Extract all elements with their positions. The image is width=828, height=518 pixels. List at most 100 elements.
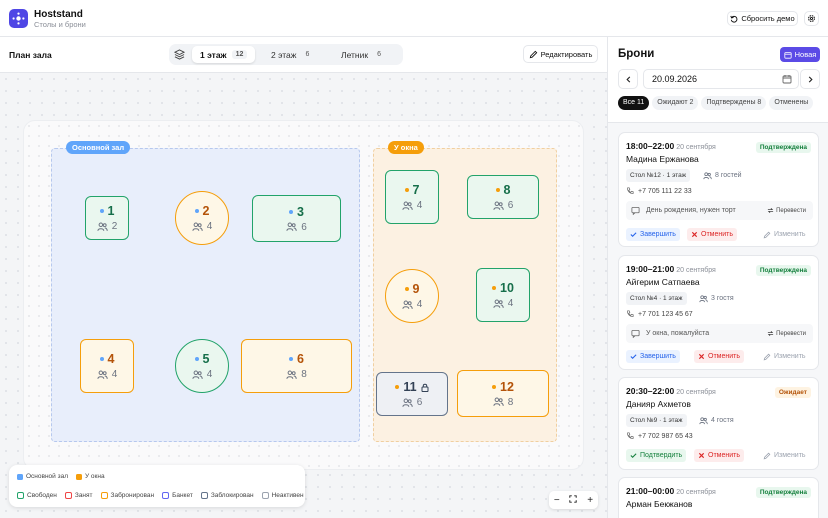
bookings-panel: Брони Новая 20.09.2026 Все 11 Ожидают 2 По… [607, 37, 828, 518]
table-number: 1 [99, 204, 114, 218]
table-number-value: 6 [297, 352, 304, 366]
filter-pending[interactable]: Ожидают 2 [652, 96, 699, 110]
floor-tab-2[interactable]: 2 этаж 6 [263, 46, 321, 63]
move-booking-label: Перевести [776, 330, 806, 337]
booking-guests: 3 гостя [699, 292, 734, 305]
change-booking-button[interactable]: Изменить [759, 350, 810, 363]
filter-cancelled[interactable]: Отменены [769, 96, 814, 110]
booking-card[interactable]: 19:00–21:00 20 сентября Айгерим Сатпаева … [618, 255, 819, 370]
legend-swatch [64, 492, 72, 499]
filter-all[interactable]: Все 11 [618, 96, 650, 110]
booking-phone: +7 701 123 45 67 [626, 310, 693, 318]
table-seats: 6 [493, 200, 513, 211]
check-icon [630, 354, 637, 360]
date-input[interactable]: 20.09.2026 [643, 69, 799, 89]
prev-date-button[interactable] [618, 69, 638, 89]
phone-icon [627, 432, 634, 439]
table-8[interactable]: 86 [467, 175, 539, 219]
move-booking-button[interactable]: Перевести [767, 207, 806, 214]
zoom-in-button[interactable]: + [587, 495, 593, 506]
booking-phone: +7 702 987 65 43 [626, 432, 693, 440]
floor-tab-label: Летник [341, 49, 369, 60]
table-4[interactable]: 44 [80, 339, 134, 393]
users-icon [97, 222, 108, 231]
booking-note: У окна, пожалуйста Перевести [626, 324, 813, 343]
zone-main-label: Основной зал [66, 141, 131, 154]
floor-tabs: 1 этаж 12 2 этаж 6 Летник 6 [169, 44, 403, 65]
table-seats: 4 [192, 221, 212, 232]
table-10[interactable]: 10 4 [476, 268, 530, 322]
next-date-button[interactable] [800, 69, 820, 89]
users-icon [192, 222, 203, 231]
table-5[interactable]: 54 [175, 339, 229, 393]
users-icon [493, 299, 504, 308]
table-7[interactable]: 74 [385, 170, 439, 224]
x-icon [691, 231, 698, 238]
floor-tab-1[interactable]: 1 этаж 12 [192, 46, 256, 63]
table-seats: 4 [493, 298, 513, 309]
app-subtitle: Столы и брони [34, 20, 86, 29]
legend-label: У окна [85, 473, 105, 480]
zoom-out-button[interactable]: − [554, 495, 560, 506]
floor-tab-count: 6 [377, 51, 381, 58]
bookings-list: 18:00–22:00 20 сентября Мадина Ержанова П… [608, 123, 828, 518]
zone-window-label: У окна [388, 141, 424, 154]
booking-card[interactable]: 18:00–22:00 20 сентября Мадина Ержанова П… [618, 132, 819, 247]
table-2[interactable]: 24 [175, 191, 229, 245]
table-1[interactable]: 12 [85, 196, 129, 240]
booking-note: День рождения, нужен торт Перевести [626, 201, 813, 220]
move-booking-button[interactable]: Перевести [767, 330, 806, 337]
app-logo-icon [9, 9, 28, 28]
table-number-value: 7 [412, 183, 420, 197]
booking-time-range: 19:00–21:00 [626, 264, 675, 274]
cancel-booking-button[interactable]: Отменить [694, 449, 744, 462]
booking-time-range: 20:30–22:00 [626, 386, 675, 396]
booking-table: Стол №4 · 1 этаж [626, 292, 687, 305]
filter-confirmed[interactable]: Подтверждены 8 [701, 96, 767, 110]
cancel-booking-button[interactable]: Отменить [687, 228, 737, 241]
edit-button[interactable]: Редактировать [523, 45, 598, 63]
legend-label: Свободен [27, 492, 57, 499]
x-icon [698, 353, 705, 360]
table-3[interactable]: 36 [252, 195, 341, 242]
layers-icon [174, 49, 185, 60]
fit-screen-button[interactable] [569, 494, 578, 506]
table-11[interactable]: 11 6 [376, 372, 448, 416]
floor-tab-letnik[interactable]: Летник 6 [333, 46, 393, 63]
new-booking-button[interactable]: Новая [780, 47, 820, 62]
booking-card[interactable]: 20:30–22:00 20 сентября Данияр Ахметов Ож… [618, 377, 819, 470]
zone-dot [404, 287, 409, 291]
chevron-right-icon [808, 75, 813, 83]
table-6[interactable]: 68 [241, 339, 352, 393]
table-seats: 4 [402, 200, 422, 211]
complete-booking-button[interactable]: Завершить [626, 350, 680, 363]
change-label: Изменить [774, 452, 806, 459]
legend-swatch [200, 492, 208, 499]
complete-booking-button[interactable]: Завершить [626, 228, 680, 241]
booking-time: 18:00–22:00 20 сентября [626, 141, 716, 151]
reset-demo-button[interactable]: Сбросить демо [727, 11, 798, 26]
change-booking-button[interactable]: Изменить [759, 449, 810, 462]
pencil-icon [763, 231, 771, 238]
table-12[interactable]: 12 8 [457, 370, 549, 417]
booking-status-badge: Подтверждена [755, 487, 811, 498]
app-header: Hoststand Столы и брони Сбросить демо [0, 0, 828, 37]
x-icon [698, 452, 705, 459]
booking-guests: 4 гостя [699, 414, 734, 427]
booking-guest-name: Айгерим Сатпаева [626, 277, 700, 287]
users-icon [493, 201, 504, 210]
booking-card[interactable]: 21:00–00:00 20 сентября Арман Бекжанов По… [618, 477, 819, 518]
confirm-booking-button[interactable]: Подтвердить [626, 449, 687, 462]
legend-status-blocked: Заблокирован [200, 492, 254, 499]
booking-time-range: 21:00–00:00 [626, 486, 675, 496]
change-booking-button[interactable]: Изменить [759, 228, 810, 241]
zone-dot [194, 209, 199, 213]
table-seats-value: 2 [111, 221, 118, 232]
table-9[interactable]: 94 [385, 269, 439, 323]
booking-guests-count: 3 гостя [711, 295, 734, 302]
legend-zones: Основной зал У окна [17, 473, 105, 480]
cancel-booking-button[interactable]: Отменить [694, 350, 744, 363]
settings-button[interactable] [804, 11, 819, 26]
booking-status-badge: Подтверждена [755, 142, 811, 153]
cancel-label: Отменить [701, 231, 733, 238]
